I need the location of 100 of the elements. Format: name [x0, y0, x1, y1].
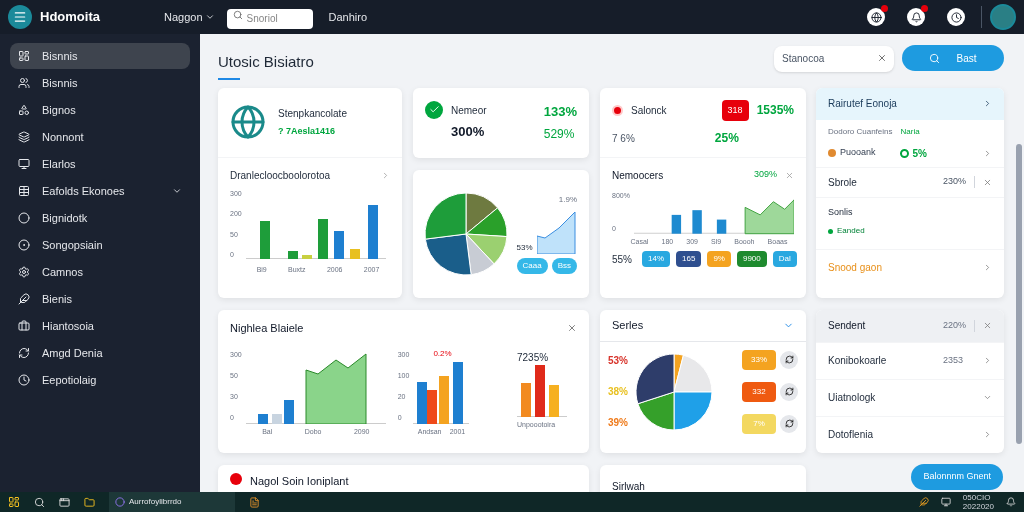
tray-icon[interactable]: [918, 497, 929, 507]
refresh-icon: [18, 347, 30, 359]
sidebar-item[interactable]: Eepotiolaig: [10, 367, 190, 393]
bar-chart-drawing: [517, 365, 567, 417]
clear-icon[interactable]: [877, 53, 887, 63]
sidebar-item[interactable]: Bignos: [10, 97, 190, 123]
chevron-icon: [983, 263, 992, 272]
tag: 9%: [707, 251, 731, 267]
item-value: 5%: [912, 146, 927, 161]
alert-icon: [612, 104, 623, 116]
search-icon[interactable]: [34, 496, 45, 508]
chart-marker: 0.2%: [433, 350, 453, 360]
status-icon: [899, 148, 909, 158]
sidebar-item[interactable]: Bisnnis: [10, 70, 190, 96]
card-title: Nemeor: [451, 104, 487, 119]
page-title: Utosic Bisiatro: [218, 52, 314, 72]
refresh-button[interactable]: [780, 382, 798, 401]
tag: Bss: [551, 257, 577, 274]
clock-icon: [18, 374, 30, 386]
sidebar-item[interactable]: Elarlos: [10, 151, 190, 177]
refresh-button[interactable]: [780, 414, 798, 433]
card-title: Salonck: [631, 103, 667, 118]
bell-icon: [910, 11, 922, 23]
card-title: Nagol Soin Ioniplant: [250, 473, 349, 489]
section-title: Sonlis: [828, 205, 854, 219]
panel-header[interactable]: Rairutef Eonoja: [816, 87, 1004, 120]
taskbar-app[interactable]: Aurrofoylibrrdo: [109, 492, 235, 512]
sidebar-item[interactable]: Nonnont: [10, 124, 190, 150]
stat-change: 529%: [543, 126, 576, 144]
search-field[interactable]: Snoriol: [226, 8, 313, 29]
list-row[interactable]: Uiatnologk: [816, 378, 1004, 416]
chart-corner-value: 1.9%: [558, 193, 577, 206]
chart-reading: 7235%: [517, 351, 550, 365]
feather-icon: [18, 293, 30, 305]
globe-icon: [870, 11, 882, 23]
chart-value: 309%: [753, 168, 777, 182]
start-icon[interactable]: [8, 496, 20, 508]
sidebar-item[interactable]: Bignidotk: [10, 205, 190, 231]
brand-name: Hdomoita: [40, 8, 101, 27]
share-value: 55%: [612, 252, 632, 267]
window-icon[interactable]: [59, 496, 70, 508]
nav-link[interactable]: Danhiro: [328, 8, 368, 26]
circle-icon: [18, 212, 30, 224]
refresh-icon: [784, 387, 794, 396]
list-row[interactable]: Konibokoarle 2353: [816, 341, 1004, 379]
sidebar-item[interactable]: Camnos: [10, 259, 190, 285]
card-title: Serles: [612, 317, 644, 333]
clock-date: 2022020: [962, 502, 994, 511]
menu-button[interactable]: [8, 5, 32, 29]
share-value: 38%: [608, 385, 628, 399]
filter-field[interactable]: Stanocoa: [774, 45, 894, 72]
monitor-icon: [18, 158, 30, 170]
target-icon: [18, 239, 30, 251]
stat-value: 1535%: [756, 102, 794, 120]
chart-title: Dranlecloocboolorotoa: [230, 168, 331, 183]
caret-icon: [204, 12, 215, 22]
bar-chart-drawing: [413, 360, 470, 424]
chevron-icon: [983, 148, 992, 158]
chart-title: Nemoocers: [612, 168, 664, 183]
document-icon[interactable]: [249, 496, 260, 508]
sidebar-item[interactable]: Hiantosoia: [10, 313, 190, 339]
search-icon: [929, 52, 941, 64]
refresh-icon: [784, 355, 794, 364]
stat-change: 25%: [714, 130, 739, 147]
notification-button[interactable]: [907, 8, 925, 26]
status-text: Naria: [900, 125, 920, 138]
tag: 14%: [642, 251, 671, 267]
avatar[interactable]: [990, 4, 1016, 30]
count-badge: 318: [721, 99, 749, 121]
sidebar-item[interactable]: Songopsiain: [10, 232, 190, 258]
item-label: Puooank: [840, 146, 876, 160]
notification-icon[interactable]: [1006, 497, 1016, 507]
row-value: 230%: [942, 175, 966, 189]
folder-icon[interactable]: [84, 496, 95, 508]
refresh-button[interactable]: [780, 350, 798, 369]
layers-icon: [18, 131, 30, 143]
notification-button[interactable]: [867, 8, 885, 26]
shapes-icon: [18, 104, 30, 116]
tray-icon[interactable]: [940, 497, 951, 507]
card-title: Sirlwah: [612, 480, 645, 492]
share-value: 39%: [608, 416, 628, 430]
sidebar-item[interactable]: Bienis: [10, 286, 190, 312]
area-chart-drawing: [536, 209, 577, 254]
menu-dropdown[interactable]: Naggon: [164, 8, 215, 26]
check-icon: [425, 100, 443, 119]
item-icon: [828, 149, 836, 157]
sidebar-item[interactable]: Amgd Denia: [10, 340, 190, 366]
tag: 9900: [736, 251, 767, 267]
sidebar-item[interactable]: Bisnnis: [10, 43, 190, 69]
dashboard-icon: [18, 50, 30, 62]
close-icon: [785, 170, 794, 180]
list-row[interactable]: Dotoflenia: [816, 415, 1004, 453]
chart-reading: 53%: [516, 241, 533, 254]
row-label: Sbrole: [828, 175, 857, 190]
stat-value: 300%: [451, 123, 486, 142]
settings-icon: [18, 266, 30, 278]
share-value: 53%: [608, 354, 628, 368]
stat-change: 7 6%: [612, 131, 635, 146]
sidebar-item[interactable]: Eafolds Ekonoes: [10, 178, 190, 204]
status-text: Eanded: [837, 225, 865, 237]
